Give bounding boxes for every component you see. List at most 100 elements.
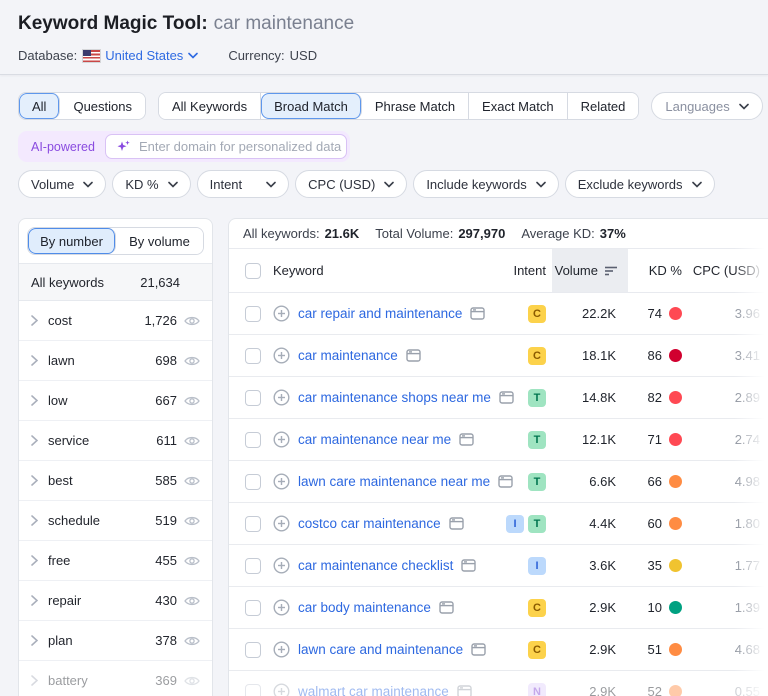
tab-all[interactable]: All (19, 93, 61, 119)
row-checkbox[interactable] (245, 347, 261, 364)
row-checkbox[interactable] (245, 641, 261, 658)
keyword-link[interactable]: car maintenance shops near me (298, 390, 491, 405)
all-keywords-row[interactable]: All keywords 21,634 (19, 263, 212, 301)
header-cpc-cell[interactable]: CPC (USD) (688, 263, 768, 278)
sidebar-group-low[interactable]: low 667 (19, 381, 212, 421)
add-keyword-icon[interactable] (273, 431, 290, 448)
sidebar-group-cost[interactable]: cost 1,726 (19, 301, 212, 341)
add-keyword-icon[interactable] (273, 599, 290, 616)
database-selector[interactable]: United States (83, 48, 199, 63)
tab-questions[interactable]: Questions (60, 93, 145, 119)
tab-group-match-types: All Keywords Broad Match Phrase Match Exact… (158, 92, 640, 120)
row-checkbox[interactable] (245, 305, 261, 322)
add-keyword-icon[interactable] (273, 683, 290, 696)
intent-badge-c: C (528, 640, 546, 659)
sort-groups-by-number[interactable]: By number (28, 228, 116, 254)
chevron-right-icon (31, 355, 38, 366)
sidebar-group-best[interactable]: best 585 (19, 461, 212, 501)
add-keyword-icon[interactable] (273, 557, 290, 574)
eye-icon[interactable] (184, 675, 200, 687)
eye-icon[interactable] (184, 355, 200, 367)
row-checkbox[interactable] (245, 515, 261, 532)
serp-preview-icon[interactable] (459, 433, 474, 446)
add-keyword-icon[interactable] (273, 389, 290, 406)
row-checkbox[interactable] (245, 557, 261, 574)
sidebar-group-free[interactable]: free 455 (19, 541, 212, 581)
keyword-link[interactable]: costco car maintenance (298, 516, 441, 531)
eye-icon[interactable] (184, 515, 200, 527)
row-checkbox-cell (229, 431, 273, 448)
serp-preview-icon[interactable] (457, 685, 472, 696)
serp-preview-icon[interactable] (470, 307, 486, 320)
cpc-cell: 1.39 (688, 600, 768, 615)
sidebar-group-lawn[interactable]: lawn 698 (19, 341, 212, 381)
serp-preview-icon[interactable] (439, 601, 454, 614)
serp-preview-icon[interactable] (461, 559, 477, 572)
add-keyword-icon[interactable] (273, 641, 290, 658)
sidebar-group-plan[interactable]: plan 378 (19, 621, 212, 661)
sidebar-group-schedule[interactable]: schedule 519 (19, 501, 212, 541)
keyword-link[interactable]: car maintenance (298, 348, 398, 363)
keyword-link[interactable]: car repair and maintenance (298, 306, 462, 321)
tab-exact-match[interactable]: Exact Match (469, 93, 568, 119)
us-flag-icon (83, 49, 101, 62)
serp-preview-icon[interactable] (448, 517, 464, 530)
tab-related[interactable]: Related (567, 93, 639, 119)
group-label: battery (48, 673, 88, 688)
filter-include-keywords-dropdown[interactable]: Include keywords (413, 170, 559, 198)
eye-icon[interactable] (184, 595, 200, 607)
filter-label: KD % (125, 176, 159, 192)
eye-icon[interactable] (184, 555, 200, 567)
select-all-checkbox[interactable] (245, 262, 261, 279)
tab-broad-match[interactable]: Broad Match (261, 93, 362, 119)
add-keyword-icon[interactable] (273, 515, 290, 532)
header-keyword-cell: Keyword (273, 263, 498, 278)
header-volume-cell[interactable]: Volume (552, 249, 628, 292)
header-kd-cell[interactable]: KD % (628, 263, 688, 278)
volume-value: 6.6K (589, 474, 616, 489)
keyword-link[interactable]: car body maintenance (298, 600, 431, 615)
keyword-cell: car repair and maintenance (273, 305, 498, 322)
languages-dropdown[interactable]: Languages (651, 92, 763, 120)
volume-value: 18.1K (582, 348, 616, 363)
add-keyword-icon[interactable] (273, 347, 290, 364)
filter-kd-dropdown[interactable]: KD % (112, 170, 191, 198)
sort-groups-by-volume[interactable]: By volume (116, 228, 203, 254)
cpc-cell: 4.98 (688, 474, 768, 489)
row-checkbox[interactable] (245, 599, 261, 616)
group-count: 369 (155, 673, 177, 688)
tab-all-keywords[interactable]: All Keywords (159, 93, 262, 119)
filter-cpc-usd-dropdown[interactable]: CPC (USD) (295, 170, 408, 198)
eye-icon[interactable] (184, 315, 200, 327)
sidebar-group-repair[interactable]: repair 430 (19, 581, 212, 621)
keyword-link[interactable]: walmart car maintenance (298, 684, 449, 696)
row-checkbox[interactable] (245, 473, 261, 490)
table-row: car maintenance shops near me T 14.8K 82 2.8… (229, 377, 768, 419)
keyword-cell: lawn care maintenance near me (273, 473, 513, 490)
filter-intent-dropdown[interactable]: Intent (196, 170, 290, 198)
serp-preview-icon[interactable] (471, 643, 486, 656)
intent-cell: I (498, 556, 552, 575)
tab-phrase-match[interactable]: Phrase Match (361, 93, 470, 119)
cpc-cell: 3.41 (688, 348, 768, 363)
eye-icon[interactable] (184, 395, 200, 407)
keyword-link[interactable]: lawn care maintenance near me (298, 474, 490, 489)
keyword-link[interactable]: car maintenance checklist (298, 558, 453, 573)
domain-input[interactable]: Enter domain for personalized data (104, 134, 347, 159)
eye-icon[interactable] (184, 435, 200, 447)
sidebar-group-service[interactable]: service 611 (19, 421, 212, 461)
eye-icon[interactable] (184, 635, 200, 647)
sidebar-group-battery[interactable]: battery 369 (19, 661, 212, 696)
add-keyword-icon[interactable] (273, 305, 290, 322)
serp-preview-icon[interactable] (406, 349, 421, 362)
eye-icon[interactable] (184, 475, 200, 487)
keyword-link[interactable]: lawn care and maintenance (298, 642, 463, 657)
group-count: 430 (155, 593, 177, 608)
row-checkbox[interactable] (245, 389, 261, 406)
row-checkbox[interactable] (245, 431, 261, 448)
row-checkbox[interactable] (245, 683, 261, 696)
add-keyword-icon[interactable] (273, 473, 290, 490)
filter-exclude-keywords-dropdown[interactable]: Exclude keywords (564, 170, 715, 198)
keyword-link[interactable]: car maintenance near me (298, 432, 451, 447)
filter-volume-dropdown[interactable]: Volume (18, 170, 107, 198)
